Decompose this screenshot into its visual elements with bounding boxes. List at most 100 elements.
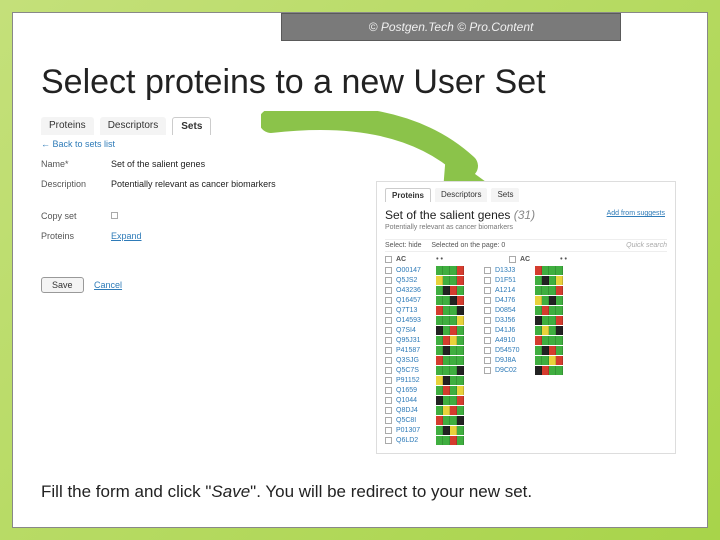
row-checkbox[interactable] — [385, 437, 392, 444]
heatmap-cells — [436, 326, 464, 335]
row-checkbox[interactable] — [385, 317, 392, 324]
table-row: O14593 — [385, 315, 464, 325]
row-checkbox[interactable] — [385, 357, 392, 364]
row-checkbox[interactable] — [484, 317, 491, 324]
select-row: Select: hide Selected on the page: 0 Qui… — [385, 239, 667, 252]
expand-link[interactable]: Expand — [111, 231, 142, 241]
heatmap-cells — [436, 356, 464, 365]
heatmap-cells — [436, 316, 464, 325]
copy-checkbox[interactable] — [111, 212, 118, 219]
row-checkbox[interactable] — [385, 377, 392, 384]
table-row: Q6LD2 — [385, 435, 464, 445]
heatmap-cells — [535, 306, 563, 315]
protein-ac-link[interactable]: Q3SJG — [396, 357, 432, 364]
row-checkbox[interactable] — [385, 267, 392, 274]
row-checkbox[interactable] — [484, 367, 491, 374]
protein-ac-link[interactable]: Q5C8I — [396, 417, 432, 424]
protein-ac-link[interactable]: D4J76 — [495, 297, 531, 304]
desc-value[interactable]: Potentially relevant as cancer biomarker… — [111, 179, 351, 189]
row-checkbox[interactable] — [484, 287, 491, 294]
panel-tab-descriptors[interactable]: Descriptors — [435, 188, 487, 202]
name-value[interactable]: Set of the salient genes — [111, 159, 351, 169]
tab-sets[interactable]: Sets — [172, 117, 211, 135]
row-checkbox[interactable] — [385, 427, 392, 434]
protein-ac-link[interactable]: D9J8A — [495, 357, 531, 364]
row-checkbox[interactable] — [484, 307, 491, 314]
row-checkbox[interactable] — [385, 277, 392, 284]
table-row: O00147 — [385, 265, 464, 275]
heatmap-cells — [436, 286, 464, 295]
page-title: Select proteins to a new User Set — [41, 63, 546, 102]
protein-ac-link[interactable]: D9C02 — [495, 367, 531, 374]
row-checkbox[interactable] — [385, 337, 392, 344]
table-row: D9J8A — [484, 355, 563, 365]
panel-tabs: Proteins Descriptors Sets — [385, 188, 667, 202]
back-link[interactable]: ← Back to sets list — [41, 139, 351, 149]
row-checkbox[interactable] — [484, 347, 491, 354]
save-button[interactable]: Save — [41, 277, 84, 293]
protein-ac-link[interactable]: Q7SI4 — [396, 327, 432, 334]
panel-tab-proteins[interactable]: Proteins — [385, 188, 431, 202]
protein-ac-link[interactable]: O43236 — [396, 287, 432, 294]
table-row: A1214 — [484, 285, 563, 295]
row-checkbox[interactable] — [484, 327, 491, 334]
row-checkbox[interactable] — [385, 397, 392, 404]
row-checkbox[interactable] — [385, 287, 392, 294]
protein-ac-link[interactable]: Q7T13 — [396, 307, 432, 314]
table-row: A4910 — [484, 335, 563, 345]
col-header-2[interactable]: AC — [520, 256, 530, 263]
proteins-panel: Proteins Descriptors Sets Set of the sal… — [376, 181, 676, 454]
protein-ac-link[interactable]: D41J6 — [495, 327, 531, 334]
select-hide[interactable]: Select: hide — [385, 242, 422, 249]
row-checkbox[interactable] — [385, 307, 392, 314]
row-checkbox[interactable] — [484, 277, 491, 284]
panel-tab-sets[interactable]: Sets — [491, 188, 519, 202]
protein-ac-link[interactable]: D3J56 — [495, 317, 531, 324]
table-row: Q1659 — [385, 385, 464, 395]
protein-ac-link[interactable]: O00147 — [396, 267, 432, 274]
row-checkbox[interactable] — [385, 297, 392, 304]
col-header-1[interactable]: AC — [396, 256, 406, 263]
row-checkbox[interactable] — [385, 347, 392, 354]
protein-ac-link[interactable]: D0854 — [495, 307, 531, 314]
row-checkbox[interactable] — [484, 337, 491, 344]
protein-ac-link[interactable]: Q16457 — [396, 297, 432, 304]
row-checkbox[interactable] — [385, 327, 392, 334]
protein-ac-link[interactable]: P01307 — [396, 427, 432, 434]
table-row: P01307 — [385, 425, 464, 435]
row-checkbox[interactable] — [484, 297, 491, 304]
main-tabs: Proteins Descriptors Sets — [41, 117, 681, 135]
cancel-link[interactable]: Cancel — [94, 280, 122, 290]
protein-ac-link[interactable]: Q1659 — [396, 387, 432, 394]
heatmap-cells — [436, 426, 464, 435]
tab-descriptors[interactable]: Descriptors — [100, 117, 167, 135]
protein-ac-link[interactable]: P91152 — [396, 377, 432, 384]
protein-ac-link[interactable]: A1214 — [495, 287, 531, 294]
add-from-suggests-link[interactable]: Add from suggests — [607, 210, 665, 217]
protein-ac-link[interactable]: Q95J31 — [396, 337, 432, 344]
protein-ac-link[interactable]: Q1044 — [396, 397, 432, 404]
row-checkbox[interactable] — [385, 407, 392, 414]
row-checkbox[interactable] — [385, 367, 392, 374]
table-row: Q7SI4 — [385, 325, 464, 335]
protein-ac-link[interactable]: O14593 — [396, 317, 432, 324]
set-count: (31) — [514, 208, 535, 222]
row-checkbox[interactable] — [385, 387, 392, 394]
select-all-checkbox-2[interactable] — [509, 256, 516, 263]
protein-ac-link[interactable]: Q5C7S — [396, 367, 432, 374]
table-row: P41587 — [385, 345, 464, 355]
row-checkbox[interactable] — [484, 267, 491, 274]
row-checkbox[interactable] — [385, 417, 392, 424]
tab-proteins[interactable]: Proteins — [41, 117, 94, 135]
protein-ac-link[interactable]: P41587 — [396, 347, 432, 354]
protein-ac-link[interactable]: D54570 — [495, 347, 531, 354]
row-checkbox[interactable] — [484, 357, 491, 364]
protein-ac-link[interactable]: Q8DJ4 — [396, 407, 432, 414]
select-all-checkbox-1[interactable] — [385, 256, 392, 263]
protein-ac-link[interactable]: Q6LD2 — [396, 437, 432, 444]
protein-ac-link[interactable]: A4910 — [495, 337, 531, 344]
protein-ac-link[interactable]: D1F51 — [495, 277, 531, 284]
protein-ac-link[interactable]: Q5JS2 — [396, 277, 432, 284]
protein-ac-link[interactable]: D13J3 — [495, 267, 531, 274]
quick-search[interactable]: Quick search — [626, 242, 667, 249]
